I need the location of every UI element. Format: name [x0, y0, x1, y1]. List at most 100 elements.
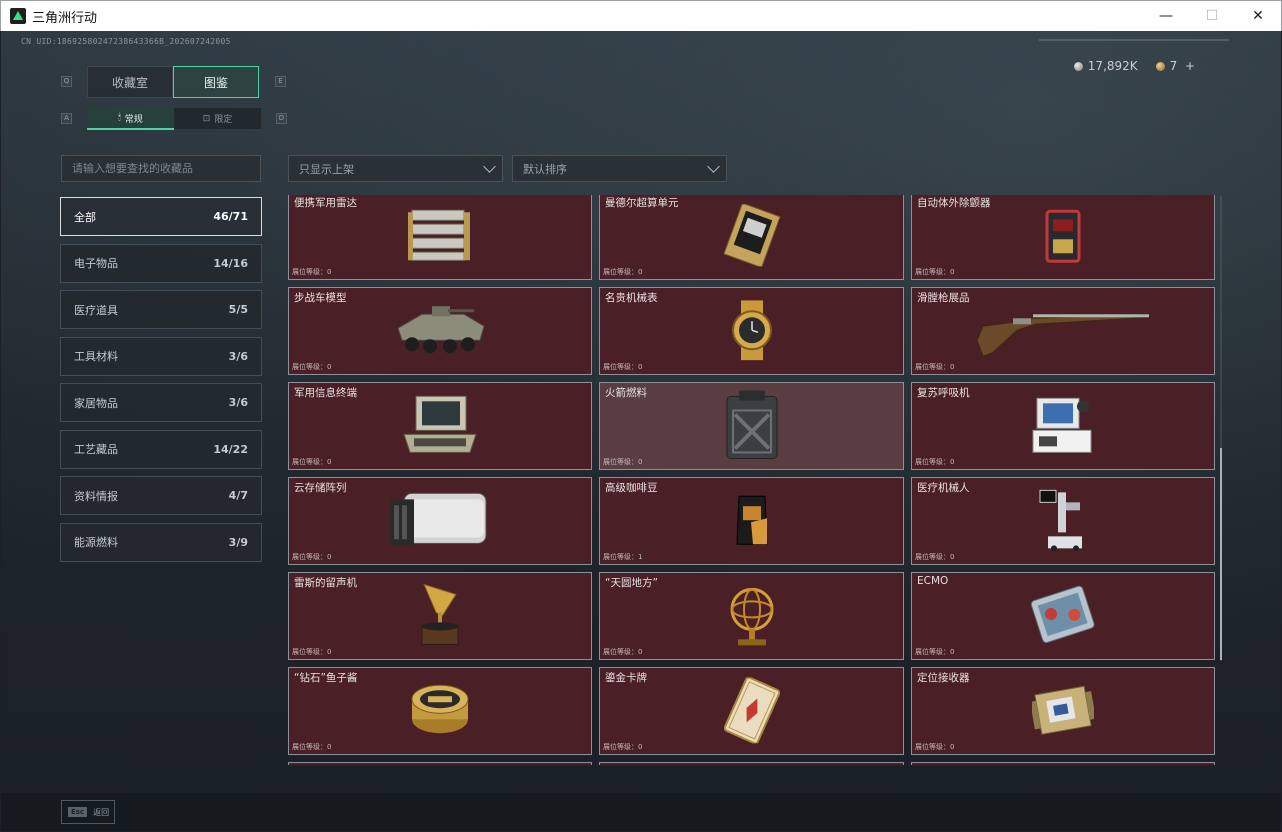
back-button[interactable]: Esc 返回 — [61, 800, 115, 824]
category-all[interactable]: 全部 46/71 — [60, 197, 262, 236]
item-display-level: 展位等级：0 — [603, 743, 643, 751]
item-grid-viewport: 便携军用雷达 展位等级：0 曼德尔超算单元 展位等级：0 自动体外除颤器 展位等级：0 步战… — [288, 195, 1215, 765]
category-count: 4/7 — [228, 489, 248, 502]
ecmo-icon — [1028, 584, 1098, 650]
category-tools[interactable]: 工具材料 3/6 — [60, 336, 262, 376]
key-hint-e: E — [275, 76, 286, 87]
category-count: 14/16 — [213, 256, 248, 270]
collection-item-card[interactable]: 云存储阵列 展位等级：0 — [288, 477, 592, 565]
collection-item-card[interactable]: 定位接收器 展位等级：0 — [911, 667, 1215, 755]
bottom-bar: Esc 返回 — [1, 793, 1281, 831]
category-list: 全部 46/71 电子物品 14/16 医疗道具 5/5 工具材料 3/6 家居… — [60, 197, 262, 569]
filter-dropdown-label: 只显示上架 — [299, 162, 354, 176]
collection-item-card[interactable]: ECMO 展位等级：0 — [911, 572, 1215, 660]
gps-receiver-icon — [1030, 680, 1096, 744]
item-name: 曼德尔超算单元 — [605, 197, 679, 209]
item-display-level: 展位等级：0 — [603, 648, 643, 656]
terminal-icon — [400, 394, 480, 460]
category-label: 资料情报 — [74, 489, 118, 503]
collection-item-card[interactable]: 自动体外除颤器展位等级：0 — [911, 195, 1215, 280]
category-label: 能源燃料 — [74, 536, 118, 549]
tab-limited-label: 限定 — [214, 115, 233, 125]
tab-regular[interactable]: 🕯 常规 — [87, 108, 174, 130]
esc-key-icon: Esc — [68, 807, 88, 817]
collection-item-card[interactable]: 高级咖啡豆 展位等级：1 — [599, 477, 904, 565]
item-name: 鎏金卡牌 — [605, 672, 647, 684]
currency-bar: 17,892K 7 + — [1073, 59, 1195, 73]
item-name: 高级咖啡豆 — [605, 482, 658, 494]
ventilator-icon — [1031, 394, 1095, 460]
category-electronics[interactable]: 电子物品 14/16 — [60, 243, 262, 283]
category-fuel[interactable]: 能源燃料 3/9 — [60, 522, 262, 562]
category-count: 14/22 — [213, 442, 248, 456]
item-name: “天圆地方” — [605, 577, 658, 589]
item-display-level: 展位等级：0 — [603, 458, 643, 466]
musket-icon — [973, 300, 1153, 364]
sort-dropdown[interactable]: 默认排序 — [512, 155, 727, 182]
collection-item-card[interactable]: “钻石”鱼子酱 展位等级：0 — [288, 667, 592, 755]
category-count: 3/9 — [228, 535, 248, 549]
item-name: 滑膛枪展品 — [917, 292, 970, 304]
add-currency-button[interactable]: + — [1185, 59, 1195, 73]
window-titlebar: 三角洲行动 — ☐ ✕ — [0, 0, 1282, 31]
collection-item-card[interactable]: 鎏金卡牌展位等级：0 — [599, 667, 904, 755]
filter-dropdown[interactable]: 只显示上架 — [288, 155, 503, 182]
close-button[interactable]: ✕ — [1235, 1, 1281, 31]
item-display-level: 展位等级：0 — [915, 553, 955, 561]
back-label: 返回 — [93, 807, 110, 817]
collection-item-card[interactable]: 曼德尔超算单元 展位等级：0 — [599, 195, 904, 280]
category-label: 家居物品 — [74, 396, 118, 410]
item-display-level: 展位等级：0 — [915, 268, 955, 276]
collection-item-card[interactable]: 雷斯的留声机 展位等级：0 — [288, 572, 592, 660]
collection-item-card[interactable]: “天圆地方” 展位等级：0 — [599, 572, 904, 660]
gold-card-icon — [723, 676, 780, 747]
key-hint-a: A — [61, 113, 72, 124]
category-label: 工艺藏品 — [74, 443, 118, 456]
category-crafts[interactable]: 工艺藏品 14/22 — [60, 429, 262, 469]
item-name: 雷斯的留声机 — [294, 577, 357, 589]
item-display-level: 展位等级：0 — [915, 363, 955, 371]
collection-item-card[interactable]: 复苏呼吸机 展位等级：0 — [911, 382, 1215, 470]
item-name: 名贵机械表 — [605, 292, 658, 304]
collection-item-card-partial[interactable] — [288, 762, 592, 765]
collection-item-card[interactable]: 军用信息终端 展位等级：0 — [288, 382, 592, 470]
item-display-level: 展位等级：0 — [915, 743, 955, 751]
collection-item-card-partial[interactable] — [911, 762, 1215, 765]
category-medical[interactable]: 医疗道具 5/5 — [60, 290, 262, 329]
item-name: 自动体外除颤器 — [917, 197, 991, 209]
item-display-level: 展位等级：0 — [292, 743, 332, 751]
tab-catalog[interactable]: 图鉴 — [173, 66, 259, 98]
main-tabs: 收藏室 图鉴 — [87, 66, 259, 98]
item-name: 医疗机械人 — [917, 482, 970, 494]
collection-item-card[interactable]: 便携军用雷达 展位等级：0 — [288, 195, 592, 280]
tab-collection-room[interactable]: 收藏室 — [87, 66, 173, 98]
key-hint-d: D — [276, 113, 287, 124]
search-input[interactable] — [72, 162, 252, 175]
minimize-button[interactable]: — — [1143, 1, 1189, 31]
collection-item-card-partial[interactable] — [599, 762, 904, 765]
category-count: 3/6 — [228, 349, 248, 363]
window-title: 三角洲行动 — [32, 10, 98, 26]
grid-scrollbar[interactable] — [1220, 196, 1222, 661]
item-name: 军用信息终端 — [294, 387, 357, 399]
maximize-button[interactable]: ☐ — [1189, 1, 1235, 31]
chevron-down-icon — [483, 160, 496, 173]
scrollbar-thumb[interactable] — [1220, 448, 1222, 660]
gold-balance: 7 + — [1155, 59, 1195, 73]
collection-item-card[interactable]: 滑膛枪展品展位等级：0 — [911, 287, 1215, 375]
collection-item-card[interactable]: 名贵机械表 展位等级：0 — [599, 287, 904, 375]
box-icon: ⊡ — [202, 113, 211, 124]
silver-coin-icon — [1073, 62, 1083, 71]
category-intel[interactable]: 资料情报 4/7 — [60, 476, 262, 515]
collection-item-card[interactable]: 步战车模型 展位等级：0 — [288, 287, 592, 375]
coffee-bag-icon — [733, 492, 771, 552]
category-household[interactable]: 家居物品 3/6 — [60, 383, 262, 422]
collection-item-card[interactable]: 火箭燃料 展位等级：0 — [599, 382, 904, 470]
tab-limited[interactable]: ⊡ 限定 — [174, 108, 261, 130]
sort-dropdown-label: 默认排序 — [523, 162, 567, 176]
top-divider — [1039, 39, 1229, 41]
fire-icon: 🕯 — [118, 113, 121, 123]
item-name: 便携军用雷达 — [294, 197, 357, 209]
collection-item-card[interactable]: 医疗机械人展位等级：0 — [911, 477, 1215, 565]
search-field[interactable] — [61, 155, 261, 182]
